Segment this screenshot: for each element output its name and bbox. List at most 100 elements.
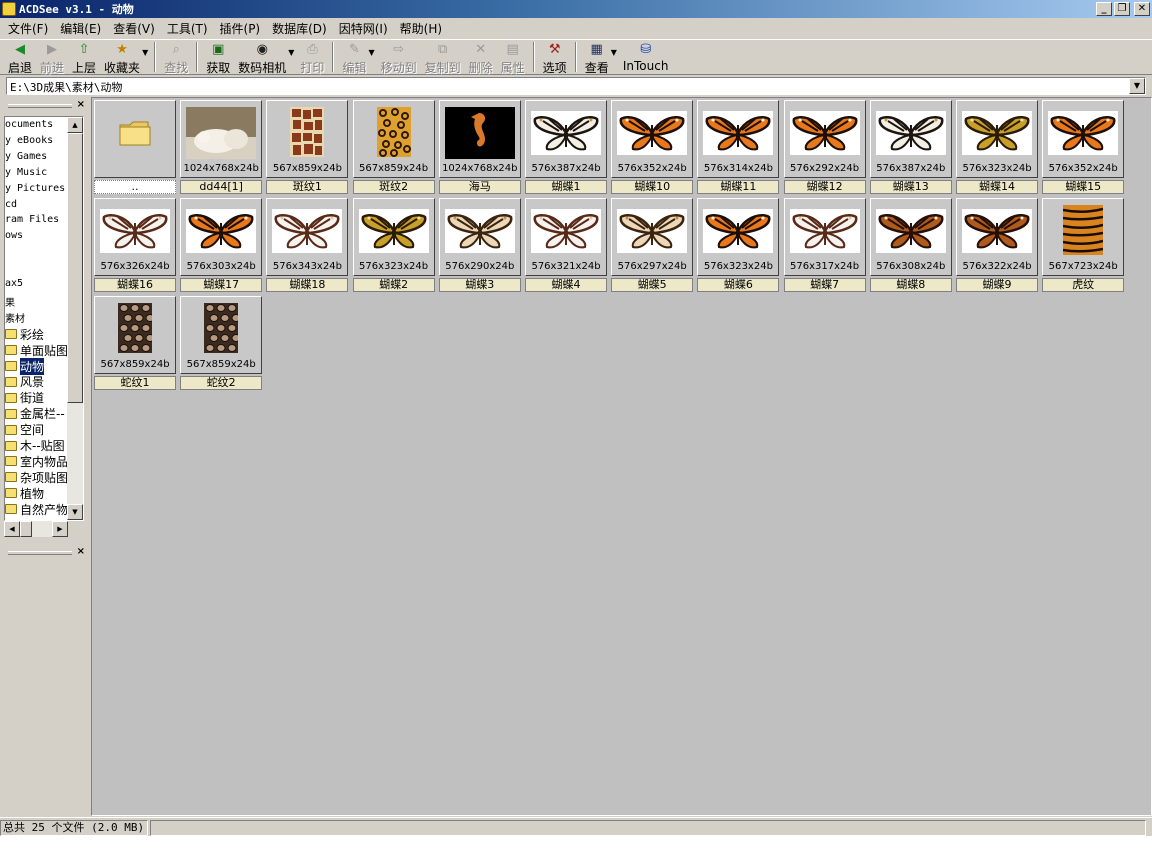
file-name-label[interactable]: 蝴蝶4 (525, 278, 607, 292)
image-thumbnail[interactable]: 567x859x24b (352, 100, 435, 178)
tree-item[interactable]: 彩绘 (5, 326, 44, 343)
image-thumbnail[interactable]: 576x352x24b (1042, 100, 1125, 178)
file-name-label[interactable]: .. (94, 180, 176, 194)
tree-item[interactable]: 素材 (5, 310, 25, 325)
file-name-label[interactable]: 斑纹2 (352, 180, 435, 194)
file-name-label[interactable]: 蝴蝶8 (869, 278, 952, 292)
preview-panel-close-icon[interactable]: × (77, 546, 85, 557)
image-thumbnail[interactable]: 576x317x24b (783, 198, 866, 276)
tree-item[interactable]: y Games (5, 151, 47, 162)
image-thumbnail[interactable]: 576x292x24b (783, 100, 866, 178)
tree-vertical-scrollbar[interactable]: ▲ ▼ (67, 117, 83, 520)
menu-item-2[interactable]: 查看(V) (107, 20, 161, 37)
file-name-label[interactable]: dd44[1] (180, 180, 263, 194)
image-thumbnail[interactable]: 576x321x24b (525, 198, 607, 276)
image-thumbnail[interactable]: 576x323x24b (352, 198, 435, 276)
scroll-down-icon[interactable]: ▼ (67, 504, 83, 520)
toolbar-button-camera[interactable]: ◉ 数码相机 (236, 41, 288, 75)
image-thumbnail[interactable]: 576x323x24b (697, 198, 780, 276)
address-dropdown-button[interactable]: ▼ (1129, 78, 1145, 94)
tree-item[interactable]: cd (5, 199, 17, 210)
tree-item[interactable]: ows (5, 230, 23, 241)
image-thumbnail[interactable]: 567x723x24b (1042, 198, 1125, 276)
image-thumbnail[interactable]: 576x326x24b (94, 198, 176, 276)
image-thumbnail[interactable]: 567x859x24b (180, 296, 263, 374)
image-thumbnail[interactable]: 576x314x24b (697, 100, 780, 178)
file-name-label[interactable]: 虎纹 (1042, 278, 1125, 292)
toolbar-button-move-to[interactable]: ⇨ 移动到 (379, 41, 419, 75)
acdsee-app-icon[interactable] (2, 2, 16, 16)
chevron-down-icon[interactable]: ▼ (288, 48, 294, 57)
image-thumbnail[interactable]: 567x859x24b (94, 296, 176, 374)
file-name-label[interactable]: 蝴蝶14 (956, 180, 1038, 194)
chevron-down-icon[interactable]: ▼ (611, 48, 617, 57)
file-name-label[interactable]: 蝴蝶3 (438, 278, 521, 292)
title-bar[interactable]: ACDSee v3.1 - 动物 _ ❐ ✕ (0, 0, 1152, 18)
tree-item[interactable]: 空间 (5, 421, 44, 438)
image-thumbnail[interactable]: 576x352x24b (611, 100, 694, 178)
tree-item[interactable]: ocuments (5, 119, 53, 130)
chevron-down-icon[interactable]: ▼ (142, 48, 148, 57)
image-thumbnail[interactable]: 576x308x24b (869, 198, 952, 276)
tree-horizontal-scrollbar[interactable]: ◀ ▶ (4, 521, 68, 537)
menu-item-6[interactable]: 因特网(I) (333, 20, 394, 37)
toolbar-button-favorites[interactable]: ★ 收藏夹 (102, 41, 142, 75)
scroll-thumb[interactable] (67, 133, 83, 403)
tree-item[interactable]: 果 (5, 294, 15, 309)
parent-folder-thumbnail[interactable] (94, 100, 176, 178)
file-name-label[interactable]: 蝴蝶15 (1042, 180, 1125, 194)
menu-item-7[interactable]: 帮助(H) (394, 20, 448, 37)
image-thumbnail[interactable]: 576x343x24b (266, 198, 349, 276)
tree-item[interactable]: y Pictures (5, 183, 65, 194)
file-name-label[interactable]: 蝴蝶16 (94, 278, 176, 292)
file-name-label[interactable]: 蝴蝶11 (697, 180, 780, 194)
file-name-label[interactable]: 蝴蝶18 (266, 278, 349, 292)
menu-item-0[interactable]: 文件(F) (2, 20, 54, 37)
toolbar-button-print[interactable]: ⎙ 打印 (298, 41, 326, 75)
file-name-label[interactable]: 蝴蝶9 (956, 278, 1038, 292)
toolbar-button-copy-to[interactable]: ⧉ 复制到 (423, 41, 463, 75)
hscroll-thumb[interactable] (20, 521, 32, 537)
tree-item[interactable]: 街道 (5, 389, 44, 406)
tree-panel-close-icon[interactable]: × (77, 99, 85, 110)
toolbar-button-properties[interactable]: ▤ 属性 (499, 41, 527, 75)
scroll-up-icon[interactable]: ▲ (67, 117, 83, 133)
address-bar[interactable]: E:\3D成果\素材\动物 ▼ (6, 77, 1146, 95)
image-thumbnail[interactable]: 576x290x24b (438, 198, 521, 276)
file-name-label[interactable]: 蛇纹2 (180, 376, 263, 390)
tree-item[interactable]: 室内物品 (5, 453, 68, 470)
file-name-label[interactable]: 蝴蝶13 (869, 180, 952, 194)
toolbar-button-find[interactable]: ⌕ 查找 (162, 41, 190, 75)
file-name-label[interactable]: 蝴蝶12 (783, 180, 866, 194)
menu-item-3[interactable]: 工具(T) (161, 20, 214, 37)
toolbar-button-forward[interactable]: ▶ 前进 (38, 41, 66, 75)
toolbar-button-intouch[interactable]: ⛁ InTouch (621, 41, 671, 75)
image-thumbnail[interactable]: 576x322x24b (956, 198, 1038, 276)
tree-item[interactable]: 风景 (5, 373, 44, 390)
menu-item-4[interactable]: 插件(P) (214, 20, 267, 37)
file-name-label[interactable]: 蝴蝶6 (697, 278, 780, 292)
image-thumbnail[interactable]: 1024x768x24b (180, 100, 263, 178)
tree-item[interactable]: ax5 (5, 278, 23, 289)
preview-panel-grip[interactable] (8, 551, 72, 555)
tree-panel-grip[interactable] (8, 104, 72, 108)
menu-item-5[interactable]: 数据库(D) (266, 20, 333, 37)
restore-button[interactable]: ❐ (1114, 2, 1130, 16)
file-name-label[interactable]: 蝴蝶10 (611, 180, 694, 194)
tree-item[interactable]: 木--贴图 (5, 437, 65, 454)
tree-item[interactable]: 金属栏-- (5, 405, 65, 422)
tree-item[interactable]: 杂项贴图 (5, 469, 68, 486)
tree-item[interactable]: 动物 (5, 357, 45, 375)
menu-item-1[interactable]: 编辑(E) (54, 20, 107, 37)
tree-item[interactable]: y Music (5, 167, 47, 178)
image-thumbnail[interactable]: 576x387x24b (869, 100, 952, 178)
chevron-down-icon[interactable]: ▼ (368, 48, 374, 57)
image-thumbnail[interactable]: 1024x768x24b (438, 100, 521, 178)
file-name-label[interactable]: 蝴蝶1 (525, 180, 607, 194)
address-path[interactable]: E:\3D成果\素材\动物 (10, 79, 122, 95)
minimize-button[interactable]: _ (1096, 2, 1112, 16)
image-thumbnail[interactable]: 576x387x24b (525, 100, 607, 178)
toolbar-button-edit[interactable]: ✎ 编辑 (340, 41, 368, 75)
image-thumbnail[interactable]: 576x297x24b (611, 198, 694, 276)
file-name-label[interactable]: 蝴蝶5 (611, 278, 694, 292)
